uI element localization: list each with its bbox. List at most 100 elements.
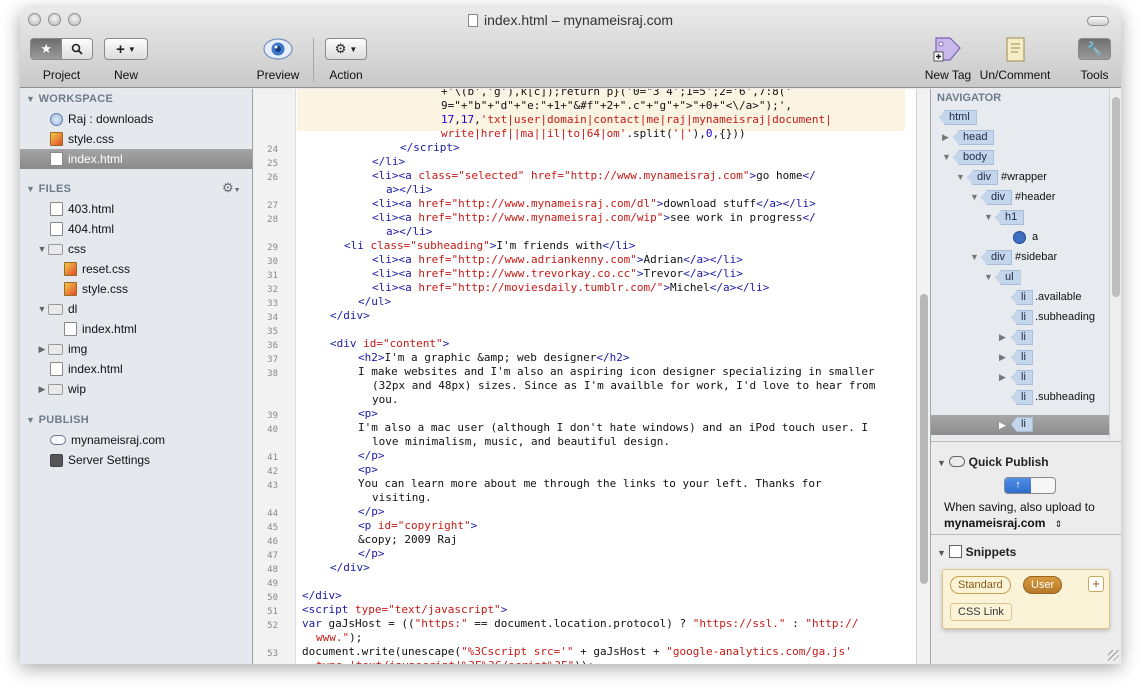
disclosure-triangle-icon[interactable]: ▼ <box>970 192 979 202</box>
line-number: 53 <box>267 649 278 659</box>
nav-tag-li[interactable]: li <box>1011 370 1033 385</box>
file-item[interactable]: index.html <box>20 319 252 339</box>
css-file-icon <box>50 132 63 146</box>
file-item[interactable]: 403.html <box>20 199 252 219</box>
workspace-item[interactable]: style.css <box>20 129 252 149</box>
line-number: 30 <box>267 257 278 267</box>
add-snippet-button[interactable]: + <box>1088 576 1104 592</box>
editor-scrollbar-thumb[interactable] <box>920 294 928 584</box>
upload-toggle[interactable]: ↑ <box>1004 477 1056 494</box>
folder-item[interactable]: ▶ img <box>20 339 252 359</box>
line-number: 44 <box>267 509 278 519</box>
new-tag-icon[interactable] <box>932 34 964 64</box>
nav-tag-div[interactable]: div <box>981 190 1013 205</box>
disclosure-triangle-icon[interactable]: ▼ <box>984 212 993 222</box>
quick-publish-header[interactable]: ▼ Quick Publish <box>937 455 1049 469</box>
nav-tag-body[interactable]: body <box>953 150 994 165</box>
disclosure-triangle-icon[interactable]: ▼ <box>26 415 35 425</box>
editor-scrollbar[interactable] <box>916 89 930 664</box>
nav-tag-a[interactable]: a <box>1032 231 1038 243</box>
comment-note-icon[interactable] <box>1003 34 1029 64</box>
disclosure-triangle-icon[interactable]: ▶ <box>999 420 1006 431</box>
folder-item[interactable]: ▶ wip <box>20 379 252 399</box>
disclosure-triangle-icon[interactable]: ▶ <box>942 132 949 143</box>
disclosure-triangle-icon[interactable]: ▼ <box>26 94 35 104</box>
line-number: 43 <box>267 481 278 491</box>
line-number: 52 <box>267 621 278 631</box>
toolbar-divider <box>313 38 314 82</box>
css-file-icon <box>64 262 77 276</box>
disclosure-triangle-icon[interactable]: ▼ <box>942 152 951 162</box>
toolbar-toggle-button[interactable] <box>1087 16 1109 26</box>
nav-tag-div[interactable]: div <box>981 250 1013 265</box>
preview-eye-icon[interactable] <box>263 36 293 62</box>
nav-tag-h1[interactable]: h1 <box>995 210 1025 225</box>
publish-section-header[interactable]: ▼ PUBLISH <box>26 414 89 426</box>
snippet-tab-user[interactable]: User <box>1023 576 1063 594</box>
code-editor[interactable]: +'\(b','g'),k[c]);return p}('0="3 4';1=5… <box>254 89 916 664</box>
code-text[interactable]: +'\(b','g'),k[c]);return p}('0="3 4';1=5… <box>302 89 875 664</box>
disclosure-triangle-icon[interactable]: ▼ <box>36 244 48 254</box>
disclosure-triangle-icon[interactable]: ▼ <box>36 304 48 314</box>
disclosure-triangle-icon[interactable]: ▶ <box>999 332 1006 343</box>
right-panel: NAVIGATOR html ▶ head ▼ body ▼ div #wrap… <box>930 89 1121 664</box>
star-icon[interactable]: ★ <box>31 39 62 59</box>
disclosure-triangle-icon[interactable]: ▼ <box>970 252 979 262</box>
nav-tag-li[interactable]: li <box>1011 330 1033 345</box>
css-file-icon <box>64 282 77 296</box>
disclosure-triangle-icon[interactable]: ▼ <box>984 272 993 282</box>
files-section-header[interactable]: ▼ FILES <box>26 183 71 195</box>
project-label: Project <box>42 68 81 82</box>
line-number: 26 <box>267 173 278 183</box>
snippet-item[interactable]: CSS Link <box>950 603 1012 621</box>
nav-tag-head[interactable]: head <box>953 130 995 145</box>
nav-tag-html[interactable]: html <box>939 110 977 125</box>
disclosure-triangle-icon[interactable]: ▼ <box>26 184 35 194</box>
quick-publish-server-select[interactable]: mynameisraj.com ⇕ <box>944 516 1062 530</box>
nav-tag-ul[interactable]: ul <box>995 270 1021 285</box>
toolbar: index.html – mynameisraj.com ★ Project +… <box>20 8 1121 88</box>
files-gear-icon[interactable]: ⚙▼ <box>222 180 241 196</box>
file-item[interactable]: index.html <box>20 359 252 379</box>
line-number: 39 <box>267 411 278 421</box>
nav-tag-li[interactable]: li <box>1011 290 1033 305</box>
quick-publish-description: When saving, also upload to <box>944 500 1095 514</box>
navigator-tree[interactable]: NAVIGATOR html ▶ head ▼ body ▼ div #wrap… <box>931 89 1109 439</box>
nav-tag-li[interactable]: li <box>1011 310 1033 325</box>
workspace-item-selected[interactable]: index.html <box>20 149 252 169</box>
preview-label: Preview <box>256 68 300 82</box>
new-button[interactable]: + ▼ <box>104 38 148 60</box>
folder-item[interactable]: ▼ dl <box>20 299 252 319</box>
disclosure-triangle-icon[interactable]: ▼ <box>937 458 946 468</box>
workspace-item[interactable]: Raj : downloads <box>20 109 252 129</box>
navigator-scrollbar[interactable] <box>1109 89 1121 439</box>
link-anchor-icon <box>1013 231 1026 244</box>
line-number: 38 <box>267 369 278 379</box>
nav-tag-li[interactable]: li <box>1011 350 1033 365</box>
workspace-section-header[interactable]: ▼ WORKSPACE <box>26 93 113 105</box>
line-number: 47 <box>267 551 278 561</box>
publish-item[interactable]: Server Settings <box>20 450 252 470</box>
disclosure-triangle-icon[interactable]: ▼ <box>956 172 965 182</box>
navigator-scrollbar-thumb[interactable] <box>1112 97 1120 297</box>
action-button[interactable]: ⚙ ▼ <box>325 38 367 60</box>
disclosure-triangle-icon[interactable]: ▶ <box>36 384 48 395</box>
plus-icon: + ▼ <box>116 40 136 58</box>
search-icon[interactable] <box>61 39 92 59</box>
file-item[interactable]: 404.html <box>20 219 252 239</box>
file-item[interactable]: reset.css <box>20 259 252 279</box>
tools-button[interactable]: 🔧 <box>1078 38 1111 60</box>
globe-icon <box>50 112 63 126</box>
nav-tag-div[interactable]: div <box>967 170 999 185</box>
nav-tag-li[interactable]: li <box>1011 390 1033 405</box>
file-item[interactable]: style.css <box>20 279 252 299</box>
disclosure-triangle-icon[interactable]: ▼ <box>937 548 946 558</box>
resize-grip-icon[interactable] <box>1108 650 1119 661</box>
disclosure-triangle-icon[interactable]: ▶ <box>999 352 1006 363</box>
snippet-tab-standard[interactable]: Standard <box>950 576 1011 594</box>
folder-item[interactable]: ▼ css <box>20 239 252 259</box>
snippets-header[interactable]: ▼ Snippets <box>937 545 1016 559</box>
disclosure-triangle-icon[interactable]: ▶ <box>36 344 48 355</box>
disclosure-triangle-icon[interactable]: ▶ <box>999 372 1006 383</box>
publish-item[interactable]: mynameisraj.com <box>20 430 252 450</box>
